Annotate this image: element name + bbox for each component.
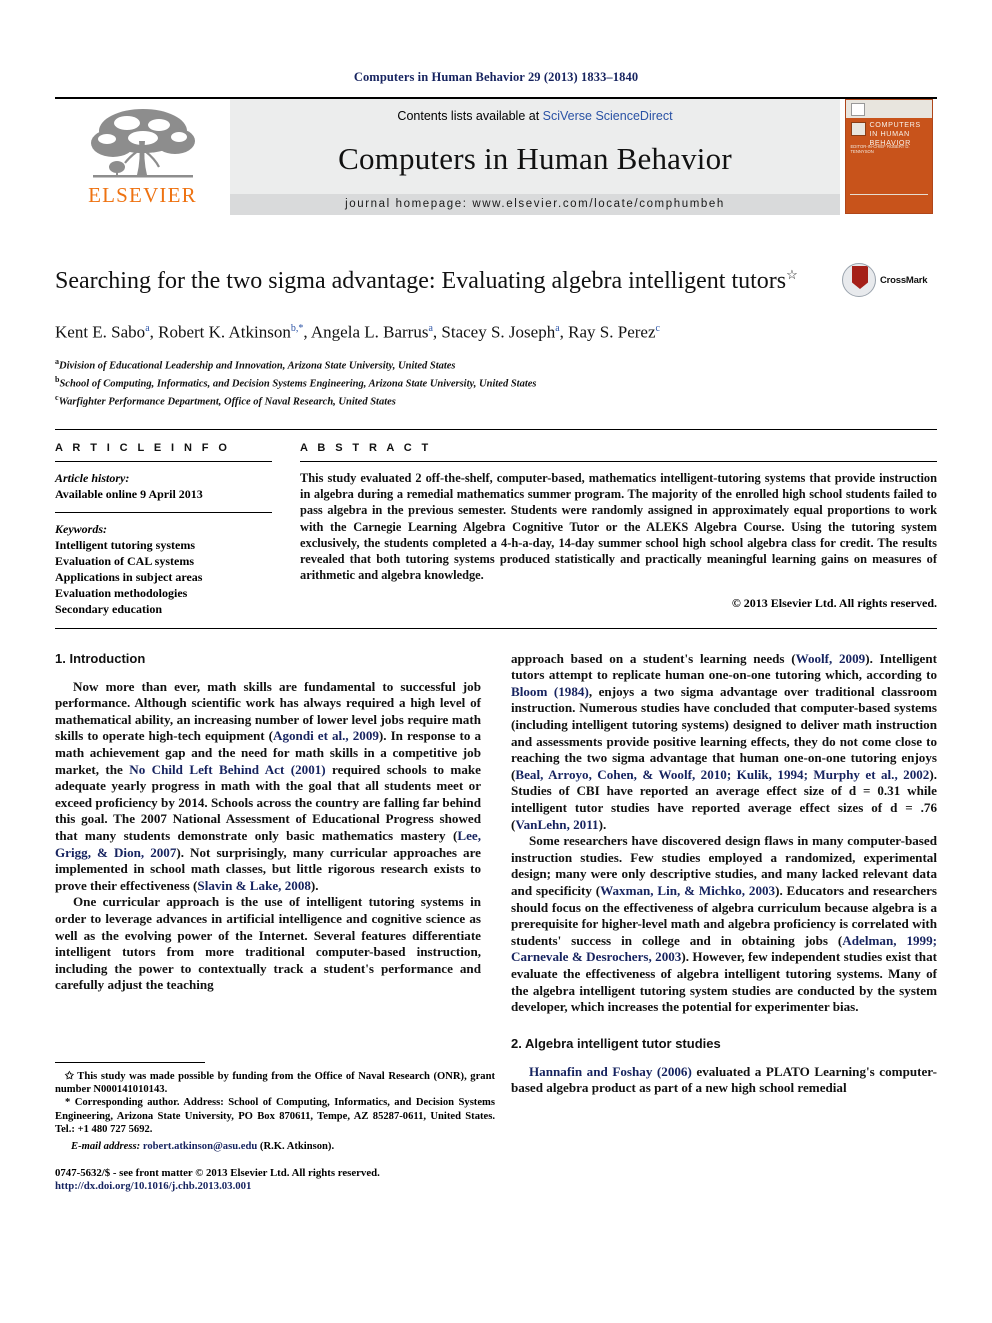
info-abstract-band: A R T I C L E I N F O Article history: A… xyxy=(55,428,937,629)
keywords-label: Keywords: xyxy=(55,521,107,536)
abstract-heading: A B S T R A C T xyxy=(300,441,432,454)
cover-mini-thumb xyxy=(850,103,865,116)
email-label: E-mail address: xyxy=(71,1140,141,1152)
article-history-value: Available online 9 April 2013 xyxy=(55,486,203,501)
page-title: Searching for the two sigma advantage: E… xyxy=(55,259,828,297)
affiliation-a: aDivision of Educational Leadership and … xyxy=(55,355,937,373)
issn-copyright-line: 0747-5632/$ - see front matter © 2013 El… xyxy=(55,1166,380,1179)
journal-homepage[interactable]: journal homepage: www.elsevier.com/locat… xyxy=(230,194,840,215)
crossmark-icon xyxy=(842,263,876,297)
info-abstract-rule-bottom xyxy=(55,627,937,629)
journal-cover-thumbnail: COMPUTERS IN HUMAN BEHAVIOR EDITOR-IN-CH… xyxy=(840,99,937,215)
footnote-email-line: E-mail address: robert.atkinson@asu.edu … xyxy=(55,1140,495,1153)
section-heading-algebra-studies: 2. Algebra intelligent tutor studies xyxy=(511,1035,721,1051)
cover-subtitle: EDITOR-IN-CHIEF ROBERT D. TENNYSON xyxy=(850,144,910,154)
footnotes-block: ✩ This study was made possible by fundin… xyxy=(55,1061,495,1194)
footnote-rule xyxy=(55,1061,205,1063)
article-title-text: Searching for the two sigma advantage: E… xyxy=(55,268,787,294)
abstract-copyright: © 2013 Elsevier Ltd. All rights reserved… xyxy=(731,595,937,610)
crossmark-badge[interactable]: CrossMark xyxy=(842,259,937,297)
email-link[interactable]: robert.atkinson@asu.edu xyxy=(143,1141,257,1152)
footnote-funding-text: This study was made possible by funding … xyxy=(55,1070,496,1095)
cover-title: COMPUTERS IN HUMAN BEHAVIOR xyxy=(869,120,921,147)
footnote-corresponding-text: Corresponding author. Address: School of… xyxy=(55,1097,495,1136)
footnote-funding: ✩ This study was made possible by fundin… xyxy=(55,1070,495,1097)
paragraph: Some researchers have discovered design … xyxy=(511,833,937,1015)
keyword-item: Secondary education xyxy=(55,601,163,616)
title-block: Searching for the two sigma advantage: E… xyxy=(55,259,937,344)
elsevier-logo: ELSEVIER xyxy=(55,99,230,215)
paragraph: One curricular approach is the use of in… xyxy=(55,894,481,993)
article-info-rule-top xyxy=(55,460,272,462)
article-info-column: A R T I C L E I N F O Article history: A… xyxy=(55,442,300,617)
abstract-column: A B S T R A C T This study evaluated 2 o… xyxy=(300,442,937,617)
running-head: Computers in Human Behavior 29 (2013) 18… xyxy=(353,70,639,84)
journal-title: Computers in Human Behavior xyxy=(338,141,732,176)
title-footnote-marker: ☆ xyxy=(786,267,798,282)
contents-available-line: Contents lists available at SciVerse Sci… xyxy=(397,109,672,123)
abstract-text: This study evaluated 2 off-the-shelf, co… xyxy=(300,470,937,583)
keyword-item: Evaluation of CAL systems xyxy=(55,553,195,568)
email-owner: (R.K. Atkinson). xyxy=(259,1140,335,1152)
left-column: 1. Introduction Now more than ever, math… xyxy=(55,650,495,1194)
paragraph: approach based on a student's learning n… xyxy=(511,650,937,832)
paper-page: Computers in Human Behavior 29 (2013) 18… xyxy=(0,0,992,1323)
cover-badge-icon xyxy=(850,122,866,136)
affiliation-text-b: School of Computing, Informatics, and De… xyxy=(59,378,537,390)
elsevier-wordmark: ELSEVIER xyxy=(88,183,197,207)
footnote-funding-marker: ✩ xyxy=(65,1070,74,1082)
keyword-item: Evaluation methodologies xyxy=(55,585,188,600)
info-abstract-row: A R T I C L E I N F O Article history: A… xyxy=(55,442,937,617)
right-column: approach based on a student's learning n… xyxy=(511,651,937,1194)
abstract-rule-top xyxy=(300,460,937,462)
cover-rule xyxy=(849,194,928,195)
footer-block: 0747-5632/$ - see front matter © 2013 El… xyxy=(55,1167,495,1194)
contents-prefix: Contents lists available at xyxy=(397,109,543,123)
article-info-rule-mid xyxy=(55,511,272,513)
keyword-item: Applications in subject areas xyxy=(55,569,203,584)
affiliation-c: cWarfighter Performance Department, Offi… xyxy=(55,391,937,409)
title-left: Searching for the two sigma advantage: E… xyxy=(55,259,842,344)
crossmark-label: CrossMark xyxy=(880,274,928,286)
footnote-corresponding-marker: * xyxy=(65,1097,71,1109)
article-history-label: Article history: xyxy=(55,470,130,485)
keyword-item: Intelligent tutoring systems xyxy=(55,537,195,552)
elsevier-tree-icon xyxy=(87,105,199,187)
paragraph: Now more than ever, math skills are fund… xyxy=(55,678,481,893)
crossmark-shield-shape xyxy=(852,266,868,289)
affiliation-b: bSchool of Computing, Informatics, and D… xyxy=(55,373,937,391)
paragraph: Hannafin and Foshay (2006) evaluated a P… xyxy=(511,1063,937,1096)
affiliations: aDivision of Educational Leadership and … xyxy=(55,355,937,409)
sciencedirect-link[interactable]: SciVerse ScienceDirect xyxy=(543,109,673,123)
affiliation-text-a: Division of Educational Leadership and I… xyxy=(59,360,456,372)
author-list: Kent E. Saboa, Robert K. Atkinsonb,*, An… xyxy=(55,322,660,342)
affiliation-text-c: Warfighter Performance Department, Offic… xyxy=(58,396,396,408)
footnote-corresponding: * Corresponding author. Address: School … xyxy=(55,1096,495,1136)
body-columns: 1. Introduction Now more than ever, math… xyxy=(55,651,937,1194)
banner-center: Contents lists available at SciVerse Sci… xyxy=(230,99,840,215)
article-info-heading: A R T I C L E I N F O xyxy=(55,441,231,454)
doi-link[interactable]: http://dx.doi.org/10.1016/j.chb.2013.03.… xyxy=(55,1180,495,1194)
journal-banner: ELSEVIER Contents lists available at Sci… xyxy=(55,97,937,215)
cover-image: COMPUTERS IN HUMAN BEHAVIOR EDITOR-IN-CH… xyxy=(844,99,933,214)
section-heading-introduction: 1. Introduction xyxy=(55,650,146,666)
